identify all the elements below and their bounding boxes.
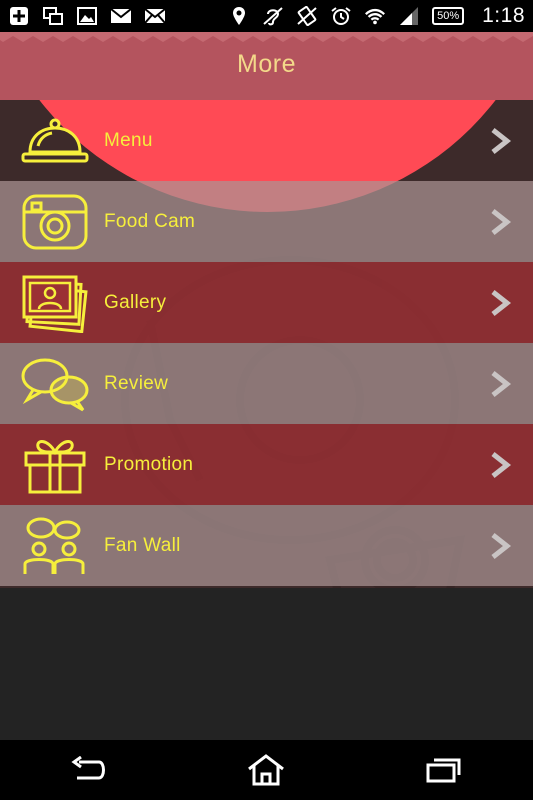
- home-button[interactable]: [236, 748, 296, 792]
- menu-item-promotion[interactable]: Promotion: [0, 424, 533, 505]
- location-icon: [228, 6, 250, 26]
- menu-list: Menu Food Cam Gallery Review Promotion F…: [0, 100, 533, 588]
- menu-item-label: Menu: [104, 129, 153, 151]
- empty-content-area: [0, 588, 533, 740]
- menu-item-label: Food Cam: [104, 210, 196, 232]
- gmail-icon: [110, 6, 132, 26]
- menu-item-label: Promotion: [104, 453, 194, 475]
- status-bar: 50% 1:18: [0, 0, 533, 32]
- gift-icon: [18, 433, 92, 497]
- hearing-aid-icon: [262, 6, 284, 26]
- cloche-icon: [18, 109, 92, 173]
- chevron-right-icon: [491, 289, 512, 316]
- chevron-right-icon: [491, 532, 512, 559]
- back-icon: [71, 756, 105, 780]
- clock: 1:18: [482, 4, 525, 27]
- menu-item-gallery[interactable]: Gallery: [0, 262, 533, 343]
- battery-indicator: 50%: [432, 7, 465, 25]
- plus-notification-icon: [8, 6, 30, 26]
- rotate-icon: [296, 6, 318, 26]
- home-icon: [248, 754, 285, 786]
- multi-window-icon: [42, 6, 64, 26]
- photos-icon: [18, 271, 92, 335]
- menu-item-review[interactable]: Review: [0, 343, 533, 424]
- menu-item-food-cam[interactable]: Food Cam: [0, 181, 533, 262]
- menu-item-fan-wall[interactable]: Fan Wall: [0, 505, 533, 586]
- signal-icon: [398, 6, 420, 26]
- zigzag-decoration: [0, 32, 533, 42]
- menu-item-label: Gallery: [104, 291, 167, 313]
- system-nav-bar: [0, 740, 533, 800]
- wifi-icon: [364, 6, 386, 26]
- menu-item-label: Review: [104, 372, 169, 394]
- mail-icon: [144, 6, 166, 26]
- people-chat-icon: [18, 514, 92, 578]
- image-icon: [76, 6, 98, 26]
- alarm-icon: [330, 6, 352, 26]
- recent-apps-icon: [426, 758, 461, 783]
- chevron-right-icon: [491, 208, 512, 235]
- page-title: More: [237, 50, 296, 78]
- camera-icon: [18, 190, 92, 254]
- chevron-right-icon: [491, 127, 512, 154]
- menu-item-label: Fan Wall: [104, 534, 181, 556]
- chevron-right-icon: [491, 451, 512, 478]
- chat-bubbles-icon: [18, 352, 92, 416]
- back-button[interactable]: [59, 748, 119, 792]
- chevron-right-icon: [491, 370, 512, 397]
- recent-apps-button[interactable]: [414, 748, 474, 792]
- menu-item-menu[interactable]: Menu: [0, 100, 533, 181]
- page-header: More: [0, 32, 533, 100]
